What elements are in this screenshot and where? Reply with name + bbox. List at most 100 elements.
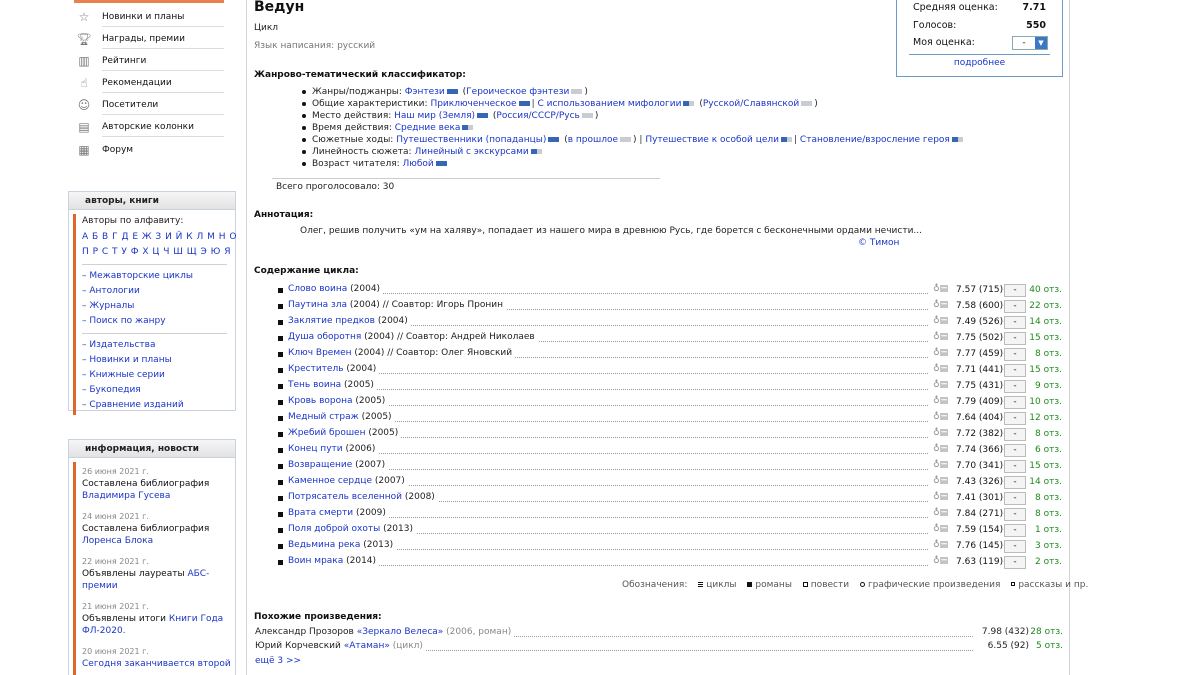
nav-item-visitors[interactable]: ☺ Посетители <box>74 95 224 115</box>
genre-link[interactable]: Путешественники (попаданцы) <box>396 135 546 145</box>
work-my-mark[interactable]: - <box>1004 396 1026 409</box>
work-title-link[interactable]: Жребий брошен <box>288 428 365 438</box>
work-title-link[interactable]: Кровь ворона <box>288 396 353 406</box>
work-responses-link[interactable]: 9 отз. <box>1035 381 1062 391</box>
work-responses-link[interactable]: 15 отз. <box>1029 333 1062 343</box>
alphabet-row-1[interactable]: А Б В Г Д Е Ж З И Й К Л М Н О <box>82 230 236 245</box>
award-file-icon[interactable]: ♁▤ <box>933 540 948 550</box>
work-title-link[interactable]: Душа оборотня <box>288 332 361 342</box>
work-my-mark[interactable]: - <box>1004 348 1026 361</box>
award-file-icon[interactable]: ♁▤ <box>933 476 948 486</box>
nav-item-columns[interactable]: ▤ Авторские колонки <box>74 117 224 137</box>
nav-item-forum[interactable]: ▦ Форум <box>74 140 224 160</box>
work-responses-link[interactable]: 10 отз. <box>1029 397 1062 407</box>
award-file-icon[interactable]: ♁▤ <box>933 300 948 310</box>
genre-link[interactable]: Фэнтези <box>405 87 445 97</box>
work-my-mark[interactable]: - <box>1004 380 1026 393</box>
work-my-mark[interactable]: - <box>1004 476 1026 489</box>
work-title-link[interactable]: Ключ Времен <box>288 348 352 358</box>
rating-more-link[interactable]: подробнее <box>897 58 1062 68</box>
award-file-icon[interactable]: ♁▤ <box>933 508 948 518</box>
award-file-icon[interactable]: ♁▤ <box>933 428 948 438</box>
award-file-icon[interactable]: ♁▤ <box>933 524 948 534</box>
news-link[interactable]: Сегодня заканчивается второй <box>82 658 235 670</box>
work-responses-link[interactable]: 15 отз. <box>1029 365 1062 375</box>
work-my-mark[interactable]: - <box>1004 316 1026 329</box>
work-my-mark[interactable]: - <box>1004 444 1026 457</box>
award-file-icon[interactable]: ♁▤ <box>933 412 948 422</box>
award-file-icon[interactable]: ♁▤ <box>933 332 948 342</box>
nav-item-recommendations[interactable]: ☝ Рекомендации <box>74 73 224 93</box>
award-file-icon[interactable]: ♁▤ <box>933 492 948 502</box>
work-my-mark[interactable]: - <box>1004 412 1026 425</box>
work-title-link[interactable]: Слово воина <box>288 284 347 294</box>
work-title-link[interactable]: Конец пути <box>288 444 343 454</box>
genre-link[interactable]: Любой <box>403 159 434 169</box>
work-my-mark[interactable]: - <box>1004 540 1026 553</box>
work-responses-link[interactable]: 1 отз. <box>1035 525 1062 535</box>
work-my-mark[interactable]: - <box>1004 524 1026 537</box>
nav-item-new[interactable]: ☆ Новинки и планы <box>74 7 224 27</box>
similar-work-link[interactable]: «Зеркало Велеса» <box>357 627 444 637</box>
genre-link[interactable]: С использованием мифологии <box>538 99 682 109</box>
work-my-mark[interactable]: - <box>1004 284 1026 297</box>
work-title-link[interactable]: Поля доброй охоты <box>288 524 380 534</box>
work-responses-link[interactable]: 8 отз. <box>1035 349 1062 359</box>
chevron-down-icon[interactable]: ▼ <box>1035 37 1047 49</box>
link-inter-author-cycles[interactable]: Межавторские циклы <box>82 269 235 284</box>
nav-item-awards[interactable]: 🏆︎ Награды, премии <box>74 29 224 49</box>
work-title-link[interactable]: Ведьмина река <box>288 540 360 550</box>
alphabet-row-2[interactable]: П Р С Т У Ф Х Ц Ч Ш Щ Э Ю Я <box>82 245 235 260</box>
work-title-link[interactable]: Тень воина <box>288 380 341 390</box>
work-responses-link[interactable]: 12 отз. <box>1029 413 1062 423</box>
work-my-mark[interactable]: - <box>1004 364 1026 377</box>
genre-link[interactable]: Линейный с экскурсами <box>414 147 528 157</box>
work-title-link[interactable]: Воин мрака <box>288 556 343 566</box>
work-title-link[interactable]: Медный страж <box>288 412 359 422</box>
work-responses-link[interactable]: 14 отз. <box>1029 477 1062 487</box>
work-my-mark[interactable]: - <box>1004 300 1026 313</box>
award-file-icon[interactable]: ♁▤ <box>933 396 948 406</box>
genre-link[interactable]: Россия/СССР/Русь <box>496 111 579 121</box>
work-title-link[interactable]: Креститель <box>288 364 344 374</box>
work-responses-link[interactable]: 40 отз. <box>1029 285 1062 295</box>
work-responses-link[interactable]: 8 отз. <box>1035 493 1062 503</box>
award-file-icon[interactable]: ♁▤ <box>933 348 948 358</box>
work-my-mark[interactable]: - <box>1004 428 1026 441</box>
news-link[interactable]: Владимира Гусева <box>82 490 235 502</box>
genre-link[interactable]: Средние века <box>395 123 461 133</box>
similar-more-link[interactable]: ещё 3 >> <box>255 656 301 666</box>
work-title-link[interactable]: Паутина зла <box>288 300 347 310</box>
work-responses-link[interactable]: 14 отз. <box>1029 317 1062 327</box>
link-genre-search[interactable]: Поиск по жанру <box>82 314 235 329</box>
award-file-icon[interactable]: ♁▤ <box>933 284 948 294</box>
genre-link[interactable]: в прошлое <box>568 135 618 145</box>
work-title-link[interactable]: Потрясатель вселенной <box>288 492 402 502</box>
award-file-icon[interactable]: ♁▤ <box>933 460 948 470</box>
award-file-icon[interactable]: ♁▤ <box>933 364 948 374</box>
work-responses-link[interactable]: 22 отз. <box>1029 301 1062 311</box>
work-title-link[interactable]: Врата смерти <box>288 508 353 518</box>
work-responses-link[interactable]: 15 отз. <box>1029 461 1062 471</box>
genre-link[interactable]: Наш мир (Земля) <box>394 111 475 121</box>
work-responses-link[interactable]: 6 отз. <box>1035 445 1062 455</box>
work-title-link[interactable]: Каменное сердце <box>288 476 372 486</box>
link-compare-editions[interactable]: Сравнение изданий <box>82 398 235 413</box>
genre-link[interactable]: Становление/взросление героя <box>800 135 950 145</box>
award-file-icon[interactable]: ♁▤ <box>933 444 948 454</box>
work-responses-link[interactable]: 8 отз. <box>1035 429 1062 439</box>
work-my-mark[interactable]: - <box>1004 492 1026 505</box>
work-title-link[interactable]: Возвращение <box>288 460 352 470</box>
news-link[interactable]: Лоренса Блока <box>82 535 235 547</box>
link-magazines[interactable]: Журналы <box>82 299 235 314</box>
similar-work-link[interactable]: «Атаман» <box>344 641 390 651</box>
link-new-plans[interactable]: Новинки и планы <box>82 353 235 368</box>
work-title-link[interactable]: Заклятие предков <box>288 316 375 326</box>
award-file-icon[interactable]: ♁▤ <box>933 380 948 390</box>
link-bukopedia[interactable]: Букопедия <box>82 383 235 398</box>
nav-item-ratings[interactable]: ▥ Рейтинги <box>74 51 224 71</box>
similar-responses[interactable]: 28 отз. <box>1030 627 1063 637</box>
work-my-mark[interactable]: - <box>1004 508 1026 521</box>
work-my-mark[interactable]: - <box>1004 556 1026 569</box>
genre-link[interactable]: Героическое фэнтези <box>466 87 569 97</box>
